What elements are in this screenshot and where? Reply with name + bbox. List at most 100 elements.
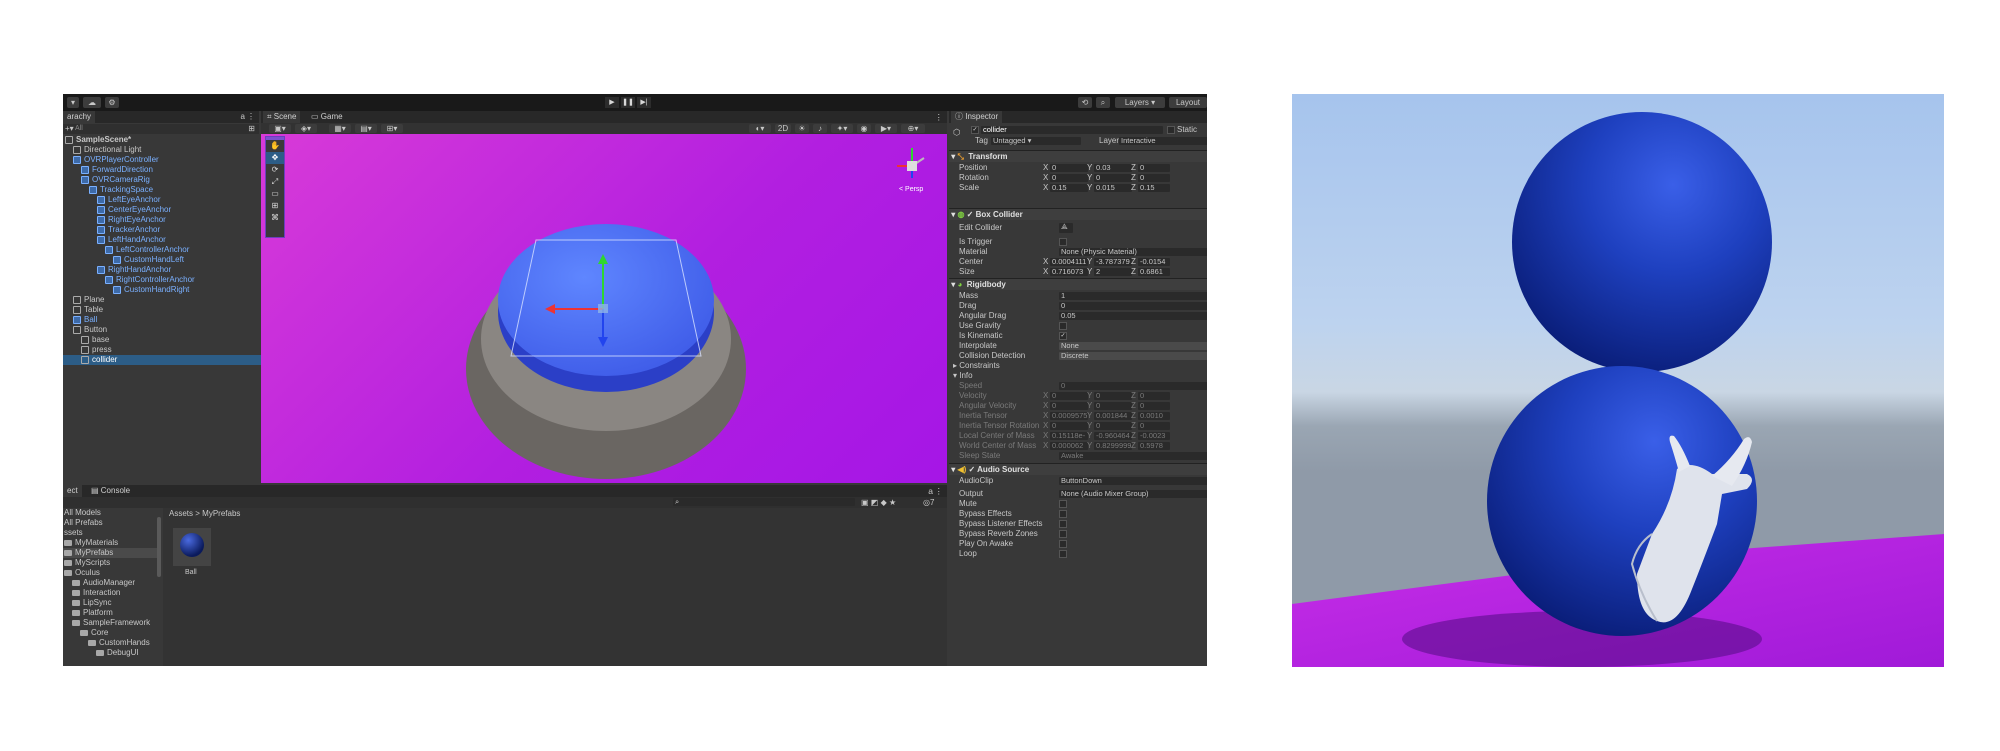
- project-folder-item[interactable]: All Models: [63, 508, 158, 518]
- property-checkbox[interactable]: [1059, 540, 1067, 548]
- tab-project[interactable]: ect: [63, 485, 82, 497]
- property-field-x[interactable]: 0.716073: [1050, 268, 1088, 276]
- scene-menu-icon[interactable]: ⋮: [935, 112, 944, 123]
- tab-hierarchy[interactable]: arachy: [63, 111, 96, 123]
- project-scrollbar[interactable]: [157, 517, 161, 577]
- project-folder-item[interactable]: LipSync: [63, 598, 166, 608]
- scale-tool-icon[interactable]: ⤢: [266, 176, 284, 188]
- tab-scene[interactable]: ⌗ Scene: [263, 111, 301, 123]
- account-icon[interactable]: ▾: [67, 97, 79, 108]
- custom-tool-icon[interactable]: ⌘: [266, 212, 284, 224]
- property-field-y[interactable]: -3.787379: [1094, 258, 1132, 266]
- cloud-icon[interactable]: ☁: [83, 97, 101, 108]
- property-field[interactable]: 0: [1059, 302, 1207, 310]
- project-folder-item[interactable]: MyScripts: [63, 558, 158, 568]
- project-folder-item[interactable]: AudioManager: [63, 578, 166, 588]
- project-folder-item[interactable]: Platform: [63, 608, 166, 618]
- property-checkbox[interactable]: [1059, 500, 1067, 508]
- project-menu-icon[interactable]: ⋮: [935, 486, 944, 497]
- constraints-foldout[interactable]: ▸ Constraints: [953, 361, 1000, 371]
- pivot-icon[interactable]: ◈▾: [295, 124, 317, 133]
- project-search-input[interactable]: ⌕: [673, 498, 855, 506]
- draw-mode-icon[interactable]: ▣▾: [269, 124, 291, 133]
- project-folder-item[interactable]: ssets: [63, 528, 158, 538]
- camera-icon[interactable]: ▶▾: [875, 124, 897, 133]
- breadcrumb-root[interactable]: Assets: [169, 509, 193, 518]
- filter-icon[interactable]: ⊞: [248, 124, 255, 134]
- layers-dropdown[interactable]: Layers ▾: [1115, 97, 1165, 108]
- rect-tool-icon[interactable]: ▭: [266, 188, 284, 200]
- property-field-z[interactable]: -0.0154: [1138, 258, 1170, 266]
- hierarchy-item[interactable]: OVRPlayerController: [63, 155, 269, 165]
- hierarchy-item[interactable]: Button: [63, 325, 269, 335]
- hierarchy-item[interactable]: RightHandAnchor: [63, 265, 293, 275]
- hierarchy-item[interactable]: TrackerAnchor: [63, 225, 293, 235]
- hierarchy-item[interactable]: SampleScene*: [63, 135, 261, 145]
- property-field-y[interactable]: 2: [1094, 268, 1132, 276]
- hand-tool-icon[interactable]: ✋: [266, 140, 284, 152]
- tab-game[interactable]: ▭ Game: [307, 111, 347, 123]
- property-field-z[interactable]: 0: [1138, 174, 1170, 182]
- project-folder-item[interactable]: Oculus: [63, 568, 158, 578]
- hierarchy-item[interactable]: LeftEyeAnchor: [63, 195, 293, 205]
- effects-icon[interactable]: ✦▾: [831, 124, 853, 133]
- property-field-y[interactable]: 0.015: [1094, 184, 1132, 192]
- hierarchy-item[interactable]: collider: [63, 355, 277, 365]
- material-field[interactable]: None (Physic Material): [1059, 248, 1207, 256]
- hierarchy-item[interactable]: TrackingSpace: [63, 185, 285, 195]
- property-field[interactable]: 0.05: [1059, 312, 1207, 320]
- property-field[interactable]: None (Audio Mixer Group): [1059, 490, 1207, 498]
- visibility-icon[interactable]: ◉: [857, 124, 871, 133]
- property-field-x[interactable]: 0: [1050, 164, 1088, 172]
- project-folder-item[interactable]: SampleFramework: [63, 618, 166, 628]
- hierarchy-search-input[interactable]: All: [75, 124, 83, 134]
- active-checkbox[interactable]: ✓: [971, 126, 979, 134]
- project-folder-item[interactable]: MyMaterials: [63, 538, 158, 548]
- hierarchy-item[interactable]: Table: [63, 305, 269, 315]
- project-folder-item[interactable]: MyPrefabs: [63, 548, 158, 558]
- menu-icon[interactable]: ⋮: [247, 112, 255, 121]
- tag-dropdown[interactable]: Untagged ▾: [991, 137, 1081, 145]
- hidden-count[interactable]: ◎7: [923, 497, 934, 508]
- property-checkbox[interactable]: [1059, 550, 1067, 558]
- hierarchy-item[interactable]: Ball: [63, 315, 269, 325]
- history-icon[interactable]: ⟲: [1078, 97, 1092, 108]
- project-folder-item[interactable]: Core: [63, 628, 174, 638]
- play-icon[interactable]: ▶: [605, 97, 619, 108]
- project-folder-item[interactable]: Interaction: [63, 588, 166, 598]
- grid-icon[interactable]: ▦▾: [329, 124, 351, 133]
- lock-icon[interactable]: a: [241, 112, 245, 121]
- collab-icon[interactable]: ⚙: [105, 97, 119, 108]
- edit-collider-button[interactable]: ⟁: [1059, 223, 1073, 233]
- tab-inspector[interactable]: ⓘ Inspector: [951, 111, 1003, 123]
- toggle-2d[interactable]: 2D: [775, 124, 791, 133]
- hierarchy-item[interactable]: base: [63, 335, 277, 345]
- add-icon[interactable]: +▾: [65, 124, 74, 134]
- property-field-y[interactable]: 0.03: [1094, 164, 1132, 172]
- lighting-icon[interactable]: ☀: [795, 124, 809, 133]
- property-checkbox[interactable]: [1059, 520, 1067, 528]
- hierarchy-item[interactable]: CenterEyeAnchor: [63, 205, 293, 215]
- property-checkbox[interactable]: [1059, 322, 1067, 330]
- transform-tool-icon[interactable]: ⊞: [266, 200, 284, 212]
- move-tool-icon[interactable]: ✥: [266, 152, 284, 164]
- hierarchy-item[interactable]: RightEyeAnchor: [63, 215, 293, 225]
- hierarchy-item[interactable]: Plane: [63, 295, 269, 305]
- step-icon[interactable]: ▶|: [637, 97, 651, 108]
- property-checkbox[interactable]: ✓: [1059, 332, 1067, 340]
- property-field[interactable]: ButtonDown: [1059, 477, 1207, 485]
- rigidbody-header[interactable]: ▾ ◕ Rigidbody: [949, 278, 1207, 290]
- box-collider-header[interactable]: ▾ ◍ ✓ Box Collider: [949, 208, 1207, 220]
- hierarchy-item[interactable]: LeftHandAnchor: [63, 235, 293, 245]
- pause-icon[interactable]: ❚❚: [621, 97, 635, 108]
- property-field-x[interactable]: 0.0004111: [1050, 258, 1088, 266]
- hierarchy-item[interactable]: ForwardDirection: [63, 165, 277, 175]
- gizmos-icon[interactable]: ⊕▾: [901, 124, 925, 133]
- object-name-input[interactable]: collider: [981, 126, 1163, 134]
- breadcrumb-current[interactable]: MyPrefabs: [202, 509, 240, 518]
- search-icon[interactable]: ⌕: [1096, 97, 1110, 108]
- persp-label[interactable]: < Persp: [899, 186, 923, 193]
- transform-header[interactable]: ▾ ⤡ Transform: [949, 150, 1207, 162]
- property-field-x[interactable]: 0: [1050, 174, 1088, 182]
- property-field-y[interactable]: 0: [1094, 174, 1132, 182]
